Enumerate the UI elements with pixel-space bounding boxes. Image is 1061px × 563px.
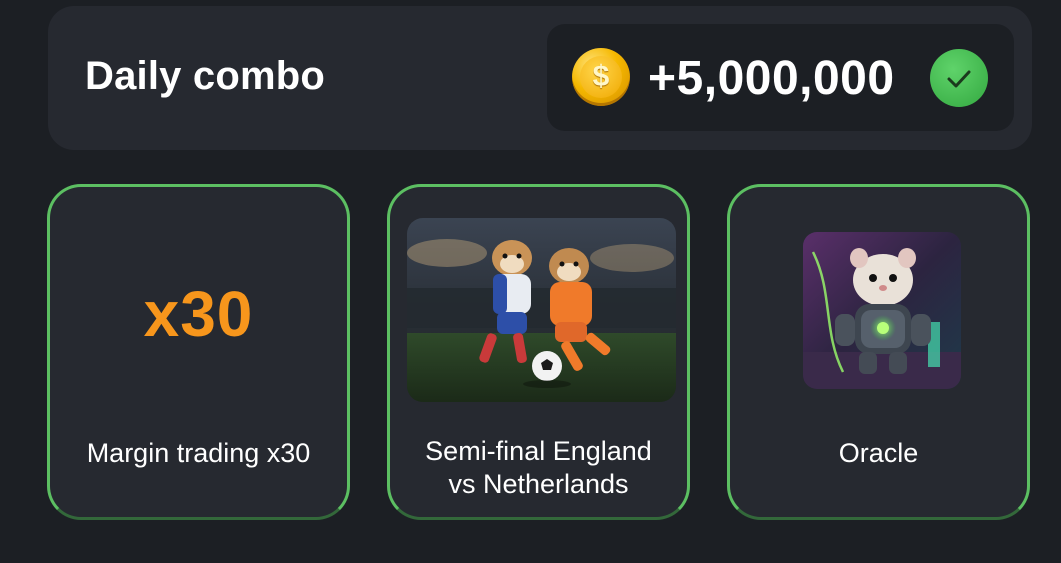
card-label: Semi-final England vs Netherlands — [425, 436, 652, 499]
card-label: Margin trading x30 — [86, 438, 311, 468]
dollar-icon: $ — [580, 56, 622, 98]
coin-icon: $ — [572, 48, 630, 106]
combo-card-oracle[interactable]: Oracle — [727, 184, 1030, 520]
combo-card-semi-final[interactable]: Semi-final England vs Netherlands — [387, 184, 690, 520]
reward-amount: +5,000,000 — [648, 52, 895, 105]
card-label: Oracle — [838, 438, 919, 468]
page-title: Daily combo — [85, 54, 326, 98]
robot-hamster-picture — [803, 232, 961, 389]
daily-combo-screen: Daily combo $ +5,000,000 x30 Margin trad… — [0, 0, 1061, 563]
x30-text-icon: x30 — [143, 278, 254, 350]
combo-card-margin-trading[interactable]: x30 Margin trading x30 — [47, 184, 350, 520]
check-icon — [930, 49, 988, 107]
daily-combo-header: Daily combo $ +5,000,000 — [48, 6, 1032, 150]
hamsters-football-picture — [407, 218, 676, 402]
reward-box: $ +5,000,000 — [547, 24, 1014, 131]
